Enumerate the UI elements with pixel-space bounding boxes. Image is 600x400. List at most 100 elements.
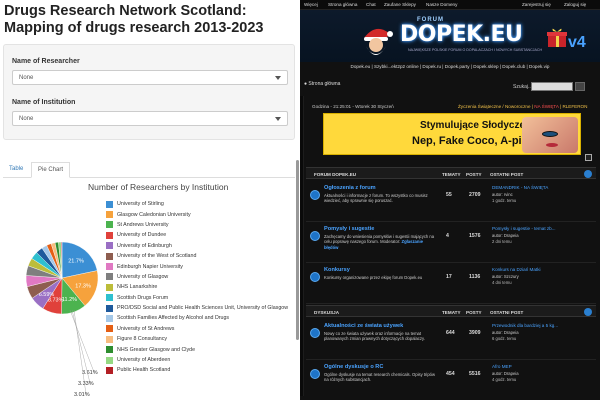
search-label: Szukaj... [513,84,533,90]
legend-label: PRO/DSD Social and Public Health Science… [117,305,289,312]
legend-item[interactable]: University of Stirling [106,199,298,209]
legend-label: University of Edinburgh [117,242,172,249]
login-link[interactable]: Zaloguj się [564,2,586,7]
legend-label: NHS Greater Glasgow and Clyde [117,346,196,353]
legend-swatch [106,263,113,271]
legend-swatch [106,273,113,281]
chevron-down-icon [275,117,281,121]
slice-label: 3.33% [78,381,94,387]
legend-item[interactable]: University of the West of Scotland [106,251,298,261]
slice-label: 17.3% [75,283,91,289]
last-post-link[interactable]: Konkurs na Dziań Matki [492,267,541,272]
info-bar: Godzina - 21:25:01 - Wtorek 30 Styczeń Ż… [308,104,594,112]
legend-item[interactable]: Scottish Drugs Forum [106,293,298,303]
shiny-app-panel: Drugs Research Network Scotland: Mapping… [0,0,300,400]
scrollbar[interactable] [296,160,299,340]
legend-label: University of Stirling [117,201,164,208]
legend-item[interactable]: Glasgow Caledonian University [106,209,298,219]
forum-title-link[interactable]: Konkursy [324,267,350,273]
forum-topics-count: 454 [446,371,455,377]
forum-row[interactable]: Ogłoszenia z forum Aktualności i informac… [306,181,596,222]
forum-posts-count: 2709 [469,192,481,198]
leader-line [69,309,95,373]
legend-item[interactable]: University of St Andrews [106,324,298,334]
last-post-link[interactable]: Afro MEP [492,364,512,369]
legend-item[interactable]: NHS Lanarkshire [106,282,298,292]
filter-panel: Name of Researcher None Name of Institut… [3,44,295,140]
legend-label: Glasgow Caledonian University [117,211,191,218]
checkbox-icon[interactable] [585,154,592,161]
slice-label: 3.01% [74,392,90,398]
forum-posts-count: 1136 [469,274,481,280]
forum-topics-count: 4 [446,233,449,239]
last-post-time: 4 godz. temu [492,377,517,382]
forum-row[interactable]: Aktualności ze świata używek Nowy co ze ś… [306,319,596,360]
collapse-icon[interactable] [584,170,592,178]
legend-item[interactable]: University of Edinburgh [106,241,298,251]
forum-title-link[interactable]: Ogólne dyskusje o RC [324,364,383,370]
legend-swatch [106,211,113,219]
forum-logo[interactable]: DOPEK.EU [400,22,523,47]
legend-item[interactable]: Public Health Scotland [106,365,298,375]
slice-label: 6.59% [39,292,55,298]
forum-topics-count: 55 [446,192,452,198]
legend-item[interactable]: PRO/DSD Social and Public Health Science… [106,303,298,313]
forum-row[interactable]: Konkursy Konkursy organizowane przez ekip… [306,263,596,304]
legend-item[interactable]: Edinburgh Napier University [106,261,298,271]
researcher-select-value: None [19,75,34,81]
legend-item[interactable]: University of Dundee [106,230,298,240]
last-post-link[interactable]: Przewodnik dla bardziej a 5 kg... [492,323,558,328]
institution-select-value: None [19,116,34,122]
tab-pie-chart[interactable]: Pie Chart [31,162,71,178]
forum-row[interactable]: Ogólne dyskusje o RC Ogólne dyskusje na t… [306,360,596,400]
legend-item[interactable]: NHS Greater Glasgow and Clyde [106,344,298,354]
nav-chat[interactable]: Chat [366,2,376,7]
forum-row[interactable]: Pomysły i sugestie Zachęcamy do wniesieni… [306,222,596,263]
slice-label: 3.61% [82,370,98,376]
last-post-link[interactable]: Pomysły i sugestie - temat zb... [492,226,556,231]
leader-line [71,309,91,384]
forum-posts-count: 1576 [469,233,481,239]
ad-image [522,117,578,153]
legend-label: Figure 8 Consultancy [117,336,168,343]
forum-tagline: NAJWIĘKSZE POLSKIE FORUM O DOPALACZACH I… [408,48,543,52]
search-input[interactable] [531,82,573,91]
collapse-icon[interactable] [584,308,592,316]
institution-select[interactable]: None [12,111,288,126]
ad-banner[interactable]: Stymulujące Słodycze Nep, Fake Coco, A-p… [323,113,581,155]
santa-icon [364,28,393,55]
breadcrumb-home[interactable]: ● Strona główna [304,81,340,87]
legend-item[interactable]: St Andrews University [106,220,298,230]
nav-trusted-shops[interactable]: Zaufane Sklepy [384,2,416,7]
last-post-link[interactable]: DEMANDRIK - NA ŚWIĘTA [492,185,548,190]
forum-folder-icon [310,231,320,241]
legend-swatch [106,242,113,250]
researcher-select[interactable]: None [12,70,288,85]
legend-item[interactable]: Figure 8 Consultancy [106,334,298,344]
register-link[interactable]: Zarejestruj się [522,2,551,7]
forum-title-link[interactable]: Ogłoszenia z forum [324,185,376,191]
tab-table[interactable]: Table [9,166,23,172]
legend-item[interactable]: University of Aberdeen [106,355,298,365]
legend-swatch [106,335,113,343]
forum-description: Aktualności i informacje z forum. To wsz… [324,193,428,204]
view-tabs: Table Pie Chart [3,162,295,178]
wishes-link[interactable]: Życzenia Świąteczne / Noworoczne | NA ŚW… [458,104,587,109]
ad-headline: Stymulujące Słodycze [420,120,526,131]
forum-title-link[interactable]: Aktualności ze świata używek [324,323,403,329]
nav-home[interactable]: Strona główna [328,2,357,7]
domains-navbar[interactable]: Dopek.eu | Szybki...ekt2p2 online | Dope… [300,62,600,71]
nav-more[interactable]: Więcej [304,2,318,7]
slice-label: 11.2% [62,297,77,303]
discussion-table-header: DYSKUSJA TEMATY POSTY OSTATNI POST [306,305,596,317]
legend-label: NHS Lanarkshire [117,284,158,291]
nav-domains[interactable]: Nasze Domeny [426,2,457,7]
forum-title-link[interactable]: Pomysły i sugestie [324,226,374,232]
legend-item[interactable]: Scottish Families Affected by Alcohol an… [106,313,298,323]
last-post-author: autor: Drapeia [492,371,519,376]
legend-swatch [106,356,113,364]
forum-description: Ogólne dyskusje na temat research chemic… [324,372,436,383]
search-icon[interactable] [575,82,585,91]
legend-item[interactable]: University of Glasgow [106,272,298,282]
legend-label: Public Health Scotland [117,367,171,374]
